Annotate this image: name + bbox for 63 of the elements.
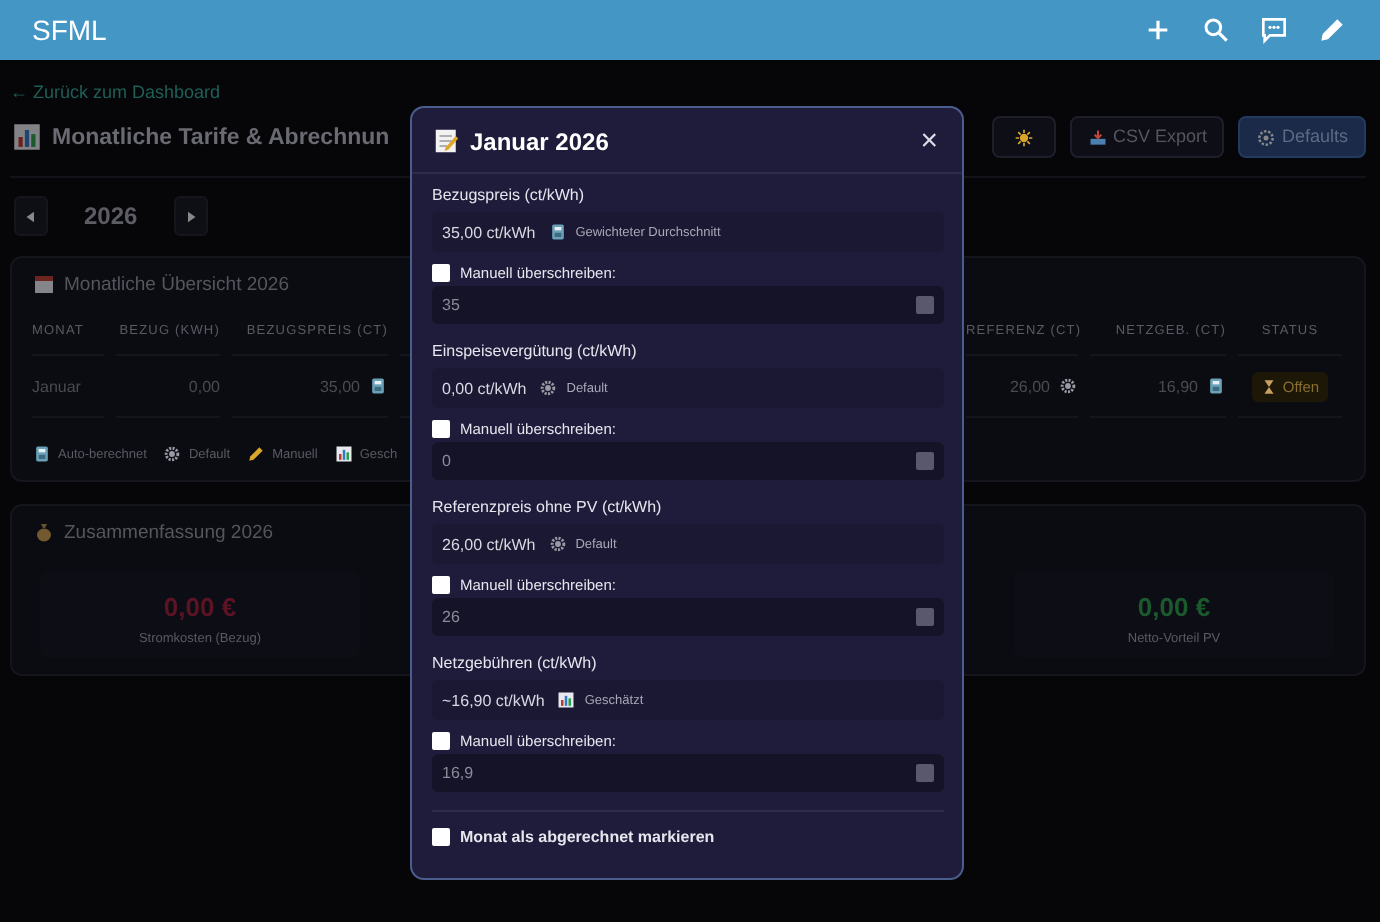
card-title: Monatliche Übersicht 2026 xyxy=(64,273,289,295)
calculator-icon xyxy=(547,222,568,242)
field-label: Netzgebühren (ct/kWh) xyxy=(432,654,599,672)
search-icon[interactable] xyxy=(1200,14,1232,46)
gear-icon xyxy=(162,444,183,464)
back-link[interactable]: ← Zurück zum Dashboard xyxy=(10,82,1366,102)
input-field[interactable]: 35 xyxy=(432,286,944,324)
spinner-icon[interactable] xyxy=(916,452,934,470)
value-text: 0,00 ct/kWh xyxy=(442,379,527,397)
money-bag-icon xyxy=(32,520,56,544)
memo-icon xyxy=(432,126,462,156)
hourglass-icon xyxy=(1260,377,1279,395)
theme-toggle-button[interactable] xyxy=(991,116,1056,158)
checkbox-label[interactable]: Monat als abgerechnet markieren xyxy=(460,828,715,846)
next-year-button[interactable] xyxy=(173,196,208,236)
year-label: 2026 xyxy=(84,202,138,230)
checkbox[interactable] xyxy=(432,576,450,594)
calculator-icon xyxy=(1206,376,1226,396)
gear-icon xyxy=(547,534,568,554)
table-cell: 35,00 xyxy=(319,377,360,395)
spinner-icon[interactable] xyxy=(916,764,934,782)
bar-chart-icon xyxy=(10,120,44,154)
field-label: Einspeisevergütung (ct/kWh) xyxy=(432,342,639,360)
app-title: SFML xyxy=(32,14,107,46)
calculator-icon xyxy=(368,376,388,396)
checkbox[interactable] xyxy=(432,420,450,438)
sun-icon xyxy=(1013,127,1034,148)
pencil-icon xyxy=(246,444,267,464)
chat-icon[interactable] xyxy=(1258,14,1290,46)
checkbox[interactable] xyxy=(432,732,450,750)
value-text: 26,00 ct/kWh xyxy=(442,535,536,553)
dialog-title: Januar 2026 xyxy=(470,127,609,155)
input-field[interactable]: 26 xyxy=(432,598,944,636)
bar-chart-icon xyxy=(333,444,354,464)
stat-value: 0,00 € xyxy=(1135,592,1213,622)
input-field[interactable]: 16,9 xyxy=(432,754,944,792)
card-title: Zusammenfassung 2026 xyxy=(64,521,274,543)
spinner-icon[interactable] xyxy=(916,296,934,314)
stat-value: 0,00 € xyxy=(161,592,239,622)
input-field[interactable]: 0 xyxy=(432,442,944,480)
field-label: Bezugspreis (ct/kWh) xyxy=(432,186,587,204)
checkbox[interactable] xyxy=(432,828,450,846)
value-text: ~16,90 ct/kWh xyxy=(442,691,545,709)
table-cell: Januar xyxy=(32,356,104,418)
table-cell: 26,00 xyxy=(1009,377,1050,395)
spinner-icon[interactable] xyxy=(916,608,934,626)
table-cell: 16,90 xyxy=(1157,377,1198,395)
gear-icon xyxy=(538,378,559,398)
previous-year-button[interactable] xyxy=(14,196,48,236)
table-cell: 0,00 xyxy=(116,356,220,418)
pencil-icon[interactable] xyxy=(1316,14,1348,46)
value-text: 35,00 ct/kWh xyxy=(442,223,536,241)
field-label: Referenzpreis ohne PV (ct/kWh) xyxy=(432,498,664,516)
checkbox[interactable] xyxy=(432,264,450,282)
page-title: Monatliche Tarife & Abrechnun xyxy=(52,125,390,149)
tray-icon xyxy=(1087,127,1108,148)
gear-icon xyxy=(1256,127,1277,148)
bar-chart-icon xyxy=(556,690,577,710)
left-arrow-icon xyxy=(22,207,40,225)
calendar-icon xyxy=(32,272,56,296)
gear-icon xyxy=(1058,376,1078,396)
close-button[interactable]: × xyxy=(916,126,942,156)
calculator-icon xyxy=(32,444,52,464)
